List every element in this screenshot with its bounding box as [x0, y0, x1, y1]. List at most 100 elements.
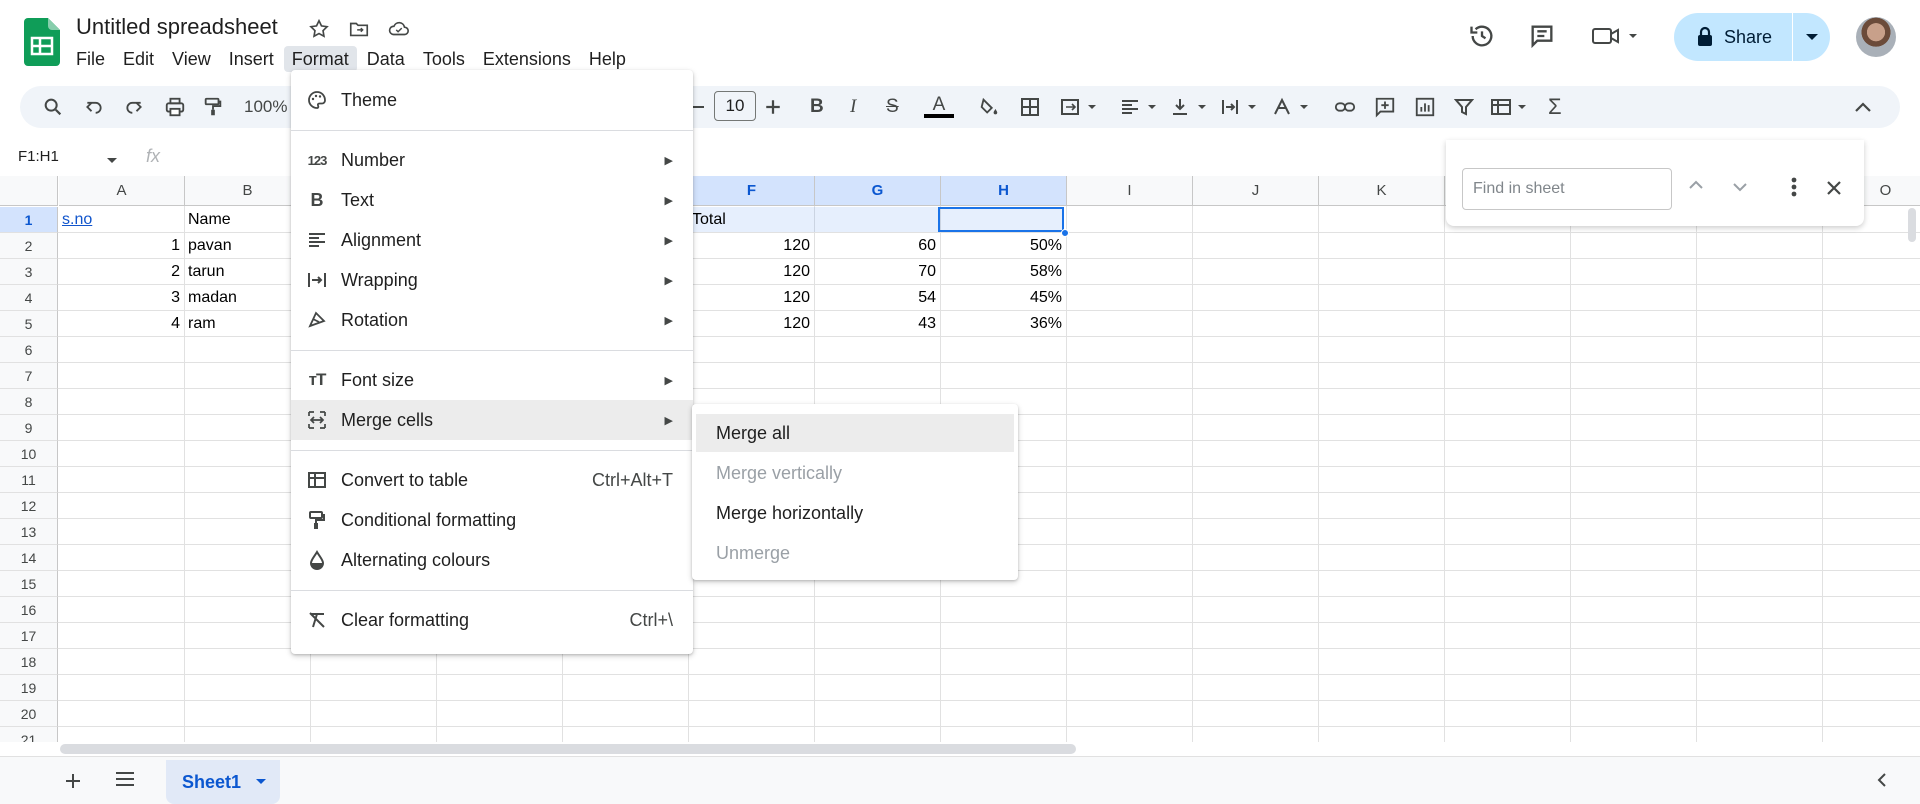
- move-folder-icon[interactable]: [346, 16, 372, 42]
- cell-f1[interactable]: Total: [692, 207, 810, 233]
- column-header-j[interactable]: J: [1193, 176, 1319, 206]
- row-header-11[interactable]: 11: [0, 467, 58, 493]
- menu-extensions[interactable]: Extensions: [475, 46, 579, 72]
- name-box[interactable]: F1:H1: [18, 148, 59, 165]
- paint-format-icon[interactable]: [202, 94, 224, 120]
- add-sheet-icon[interactable]: [64, 770, 82, 796]
- horizontal-align-icon[interactable]: [1120, 94, 1160, 120]
- row-header-5[interactable]: 5: [0, 311, 58, 337]
- vertical-scrollbar[interactable]: [1908, 208, 1916, 242]
- cell-g5[interactable]: 43: [818, 311, 936, 337]
- row-header-15[interactable]: 15: [0, 571, 58, 597]
- menu-data[interactable]: Data: [359, 46, 413, 72]
- row-header-13[interactable]: 13: [0, 519, 58, 545]
- cell-f3[interactable]: 120: [692, 259, 810, 285]
- row-header-1[interactable]: 1: [0, 207, 58, 233]
- font-size-input[interactable]: 10: [714, 91, 756, 121]
- format-menu-item-alternating-colours[interactable]: Alternating colours: [291, 540, 693, 580]
- side-panel-collapse-icon[interactable]: [1876, 772, 1888, 793]
- zoom-select[interactable]: 100%: [244, 94, 287, 120]
- cell-b4[interactable]: madan: [188, 285, 306, 311]
- text-color-icon[interactable]: A: [924, 94, 954, 120]
- cell-b3[interactable]: tarun: [188, 259, 306, 285]
- cell-a4[interactable]: 3: [62, 285, 180, 311]
- cell-f4[interactable]: 120: [692, 285, 810, 311]
- borders-icon[interactable]: [1020, 94, 1040, 120]
- cell-a3[interactable]: 2: [62, 259, 180, 285]
- row-header-21[interactable]: 21: [0, 727, 58, 742]
- find-next-icon[interactable]: [1732, 180, 1748, 198]
- cell-h5[interactable]: 36%: [944, 311, 1062, 337]
- row-header-20[interactable]: 20: [0, 701, 58, 727]
- menu-tools[interactable]: Tools: [415, 46, 473, 72]
- fill-color-icon[interactable]: [978, 94, 1000, 120]
- print-icon[interactable]: [164, 94, 186, 120]
- cell-h4[interactable]: 45%: [944, 285, 1062, 311]
- cell-a2[interactable]: 1: [62, 233, 180, 259]
- row-header-6[interactable]: 6: [0, 337, 58, 363]
- column-header-g[interactable]: G: [815, 176, 941, 206]
- all-sheets-menu-icon[interactable]: [114, 770, 136, 793]
- hide-menus-chevron-icon[interactable]: [1854, 94, 1872, 120]
- filter-views-icon[interactable]: [1490, 94, 1530, 120]
- undo-icon[interactable]: [84, 94, 104, 120]
- row-header-2[interactable]: 2: [0, 233, 58, 259]
- italic-icon[interactable]: I: [850, 94, 856, 120]
- format-menu-item-conditional-formatting[interactable]: Conditional formatting: [291, 500, 693, 540]
- search-menus-icon[interactable]: [42, 94, 64, 120]
- find-more-options-icon[interactable]: [1790, 176, 1798, 203]
- cell-f5[interactable]: 120: [692, 311, 810, 337]
- star-icon[interactable]: [306, 16, 332, 42]
- menu-help[interactable]: Help: [581, 46, 634, 72]
- cell-b1[interactable]: Name: [188, 207, 306, 233]
- sheet-tab-dropdown-icon[interactable]: [255, 778, 267, 786]
- vertical-align-icon[interactable]: [1170, 94, 1210, 120]
- format-menu-item-rotation[interactable]: Rotation ▶: [291, 300, 693, 340]
- row-header-8[interactable]: 8: [0, 389, 58, 415]
- insert-link-icon[interactable]: [1334, 94, 1356, 120]
- row-header-9[interactable]: 9: [0, 415, 58, 441]
- row-header-10[interactable]: 10: [0, 441, 58, 467]
- menu-edit[interactable]: Edit: [115, 46, 162, 72]
- sheets-logo-icon[interactable]: [24, 18, 60, 66]
- cell-f2[interactable]: 120: [692, 233, 810, 259]
- cell-g3[interactable]: 70: [818, 259, 936, 285]
- cell-h2[interactable]: 50%: [944, 233, 1062, 259]
- row-header-18[interactable]: 18: [0, 649, 58, 675]
- format-menu-item-text[interactable]: B Text ▶: [291, 180, 693, 220]
- cloud-saved-icon[interactable]: [386, 16, 412, 42]
- format-menu-item-convert-to-table[interactable]: Convert to table Ctrl+Alt+T: [291, 460, 693, 500]
- name-box-dropdown-icon[interactable]: [106, 152, 118, 170]
- share-main-button[interactable]: Share: [1674, 13, 1792, 61]
- strikethrough-icon[interactable]: S: [886, 94, 899, 120]
- share-button[interactable]: Share: [1674, 13, 1830, 61]
- merge-menu-item-merge-all[interactable]: Merge all: [696, 414, 1014, 452]
- format-menu-item-clear-formatting[interactable]: Clear formatting Ctrl+\: [291, 600, 693, 640]
- find-previous-icon[interactable]: [1688, 178, 1704, 196]
- share-dropdown-icon[interactable]: [1793, 13, 1830, 61]
- find-input[interactable]: [1462, 168, 1672, 210]
- column-header-f[interactable]: F: [689, 176, 815, 206]
- sheet-tab-sheet1[interactable]: Sheet1: [166, 760, 280, 804]
- row-header-14[interactable]: 14: [0, 545, 58, 571]
- select-all-corner[interactable]: [0, 176, 58, 206]
- column-header-k[interactable]: K: [1319, 176, 1445, 206]
- menu-insert[interactable]: Insert: [221, 46, 282, 72]
- version-history-icon[interactable]: [1462, 16, 1502, 56]
- insert-chart-icon[interactable]: [1414, 94, 1436, 120]
- row-header-4[interactable]: 4: [0, 285, 58, 311]
- menu-format[interactable]: Format: [283, 46, 357, 72]
- cell-g2[interactable]: 60: [818, 233, 936, 259]
- column-header-a[interactable]: A: [59, 176, 185, 206]
- format-menu-item-alignment[interactable]: Alignment ▶: [291, 220, 693, 260]
- merge-menu-item-merge-horizontally[interactable]: Merge horizontally: [696, 494, 1014, 532]
- menu-file[interactable]: File: [68, 46, 113, 72]
- comments-icon[interactable]: [1522, 16, 1562, 56]
- format-menu-item-font-size[interactable]: тT Font size ▶: [291, 360, 693, 400]
- format-menu-item-merge-cells[interactable]: Merge cells ▶: [291, 400, 693, 440]
- fill-handle[interactable]: [1061, 229, 1069, 237]
- increase-font-size-icon[interactable]: [764, 94, 782, 120]
- cell-h3[interactable]: 58%: [944, 259, 1062, 285]
- column-header-i[interactable]: I: [1067, 176, 1193, 206]
- row-header-7[interactable]: 7: [0, 363, 58, 389]
